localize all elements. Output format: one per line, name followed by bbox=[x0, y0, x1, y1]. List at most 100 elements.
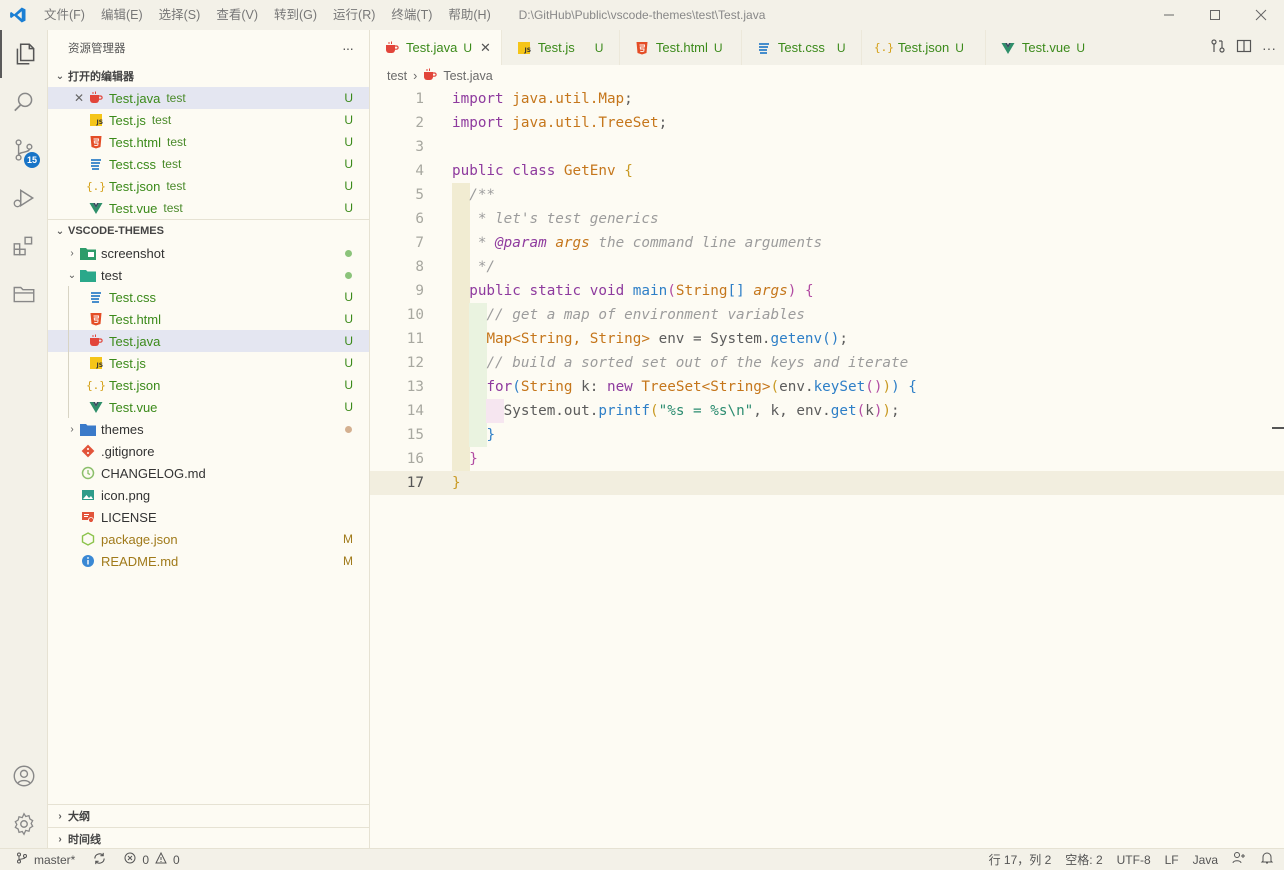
open-editor-item[interactable]: Test.css test U bbox=[48, 153, 369, 175]
open-editor-item[interactable]: ✕ Test.java test U bbox=[48, 87, 369, 109]
more-actions-icon[interactable]: ··· bbox=[1262, 40, 1276, 56]
error-icon[interactable] bbox=[124, 852, 136, 867]
code-line[interactable]: 11 Map<String, String> env = System.gete… bbox=[370, 327, 1284, 351]
code-line[interactable]: 3 bbox=[370, 135, 1284, 159]
folder-themes[interactable]: › themes bbox=[48, 418, 369, 440]
line-number: 4 bbox=[415, 163, 424, 179]
project-header[interactable]: ⌄ VSCODE-THEMES bbox=[48, 220, 369, 242]
code-line[interactable]: 2 import java.util.TreeSet; bbox=[370, 111, 1284, 135]
file-item[interactable]: CHANGELOG.md bbox=[48, 462, 369, 484]
language-mode[interactable]: Java bbox=[1193, 853, 1218, 867]
file-item[interactable]: LICENSE bbox=[48, 506, 369, 528]
indentation[interactable]: 空格: 2 bbox=[1065, 851, 1102, 868]
run-debug-icon[interactable] bbox=[0, 174, 48, 222]
code-line[interactable]: 15 } bbox=[370, 423, 1284, 447]
tab-label: Test.css bbox=[777, 40, 825, 55]
code-line[interactable]: 1 import java.util.Map; bbox=[370, 87, 1284, 111]
line-number: 17 bbox=[406, 475, 424, 491]
file-item[interactable]: README.md M bbox=[48, 550, 369, 572]
tab-test-js[interactable]: JS Test.js U bbox=[502, 30, 620, 65]
tab-test-html[interactable]: Test.html U bbox=[620, 30, 742, 65]
minimize-button[interactable] bbox=[1146, 0, 1192, 30]
close-window-button[interactable] bbox=[1238, 0, 1284, 30]
menu-file[interactable]: 文件(F) bbox=[36, 0, 93, 30]
menu-selection[interactable]: 选择(S) bbox=[151, 0, 209, 30]
file-item[interactable]: .gitignore bbox=[48, 440, 369, 462]
source-control-icon[interactable]: 15 bbox=[0, 126, 48, 174]
menu-edit[interactable]: 编辑(E) bbox=[93, 0, 151, 30]
code-line[interactable]: 16 } bbox=[370, 447, 1284, 471]
code-line[interactable]: 5 /** bbox=[370, 183, 1284, 207]
error-count[interactable]: 0 bbox=[142, 853, 149, 867]
split-editor-icon[interactable] bbox=[1236, 38, 1252, 57]
file-item[interactable]: Test.vue U bbox=[48, 396, 369, 418]
warning-count[interactable]: 0 bbox=[173, 853, 180, 867]
file-item[interactable]: {.} Test.json U bbox=[48, 374, 369, 396]
code-line[interactable]: 4 public class GetEnv { bbox=[370, 159, 1284, 183]
open-editor-item[interactable]: Test.vue test U bbox=[48, 197, 369, 219]
file-item[interactable]: Test.java U bbox=[48, 330, 369, 352]
code-line[interactable]: 8 */ bbox=[370, 255, 1284, 279]
tab-status: U bbox=[955, 40, 964, 55]
tab-test-java[interactable]: Test.java U ✕ bbox=[370, 30, 502, 65]
code-line[interactable]: 7 * @param args the command line argumen… bbox=[370, 231, 1284, 255]
explorer-icon[interactable] bbox=[0, 30, 48, 78]
tab-test-vue[interactable]: Test.vue U bbox=[986, 30, 1100, 65]
extensions-icon[interactable] bbox=[0, 222, 48, 270]
activity-bar: 15 bbox=[0, 30, 48, 848]
maximize-button[interactable] bbox=[1192, 0, 1238, 30]
menu-run[interactable]: 运行(R) bbox=[325, 0, 383, 30]
sync-icon[interactable] bbox=[93, 852, 106, 868]
file-item[interactable]: icon.png bbox=[48, 484, 369, 506]
file-name: Test.html bbox=[109, 311, 162, 327]
menu-help[interactable]: 帮助(H) bbox=[440, 0, 498, 30]
file-item[interactable]: JS Test.js U bbox=[48, 352, 369, 374]
open-editor-item[interactable]: {.} Test.json test U bbox=[48, 175, 369, 197]
code-editor[interactable]: 1 import java.util.Map; 2 import java.util.… bbox=[370, 87, 1284, 848]
settings-gear-icon[interactable] bbox=[0, 800, 48, 848]
code-line[interactable]: 14 System.out.printf("%s = %s\n", k, env… bbox=[370, 399, 1284, 423]
root-files-list: .gitignore CHANGELOG.md icon.png LICENSE pac… bbox=[48, 440, 369, 572]
file-item[interactable]: Test.html U bbox=[48, 308, 369, 330]
chevron-right-icon: › bbox=[413, 69, 418, 83]
branch-name[interactable]: master* bbox=[34, 853, 75, 867]
search-icon[interactable] bbox=[0, 78, 48, 126]
timeline-header[interactable]: › 时间线 bbox=[48, 828, 369, 850]
accounts-icon[interactable] bbox=[0, 752, 48, 800]
end-of-line[interactable]: LF bbox=[1165, 853, 1179, 867]
feedback-icon[interactable] bbox=[1232, 851, 1246, 868]
encoding[interactable]: UTF-8 bbox=[1117, 853, 1151, 867]
chevron-right-icon: › bbox=[58, 833, 62, 845]
file-item[interactable]: Test.css U bbox=[48, 286, 369, 308]
close-icon[interactable]: ✕ bbox=[480, 40, 491, 56]
code-line[interactable]: 10 // get a map of environment variables bbox=[370, 303, 1284, 327]
open-changes-icon[interactable] bbox=[1210, 38, 1226, 57]
breadcrumb-folder[interactable]: test bbox=[387, 69, 407, 83]
open-editor-item[interactable]: Test.html test U bbox=[48, 131, 369, 153]
code-line[interactable]: 17} bbox=[370, 471, 1284, 495]
menu-go[interactable]: 转到(G) bbox=[266, 0, 325, 30]
tab-test-css[interactable]: Test.css U bbox=[742, 30, 862, 65]
outline-header[interactable]: › 大纲 bbox=[48, 805, 369, 827]
cursor-position[interactable]: 行 17，列 2 bbox=[989, 851, 1052, 868]
file-item[interactable]: package.json M bbox=[48, 528, 369, 550]
code-line[interactable]: 13 for(String k: new TreeSet<String>(env… bbox=[370, 375, 1284, 399]
folder-screenshot[interactable]: › screenshot bbox=[48, 242, 369, 264]
remote-explorer-icon[interactable] bbox=[0, 270, 48, 318]
tab-test-json[interactable]: {.} Test.json U bbox=[862, 30, 986, 65]
code-line[interactable]: 12 // build a sorted set out of the keys… bbox=[370, 351, 1284, 375]
more-actions-icon[interactable]: ··· bbox=[342, 40, 354, 56]
open-editor-item[interactable]: JS Test.js test U bbox=[48, 109, 369, 131]
file-name: Test.java bbox=[109, 90, 161, 106]
notifications-bell-icon[interactable] bbox=[1260, 851, 1274, 868]
breadcrumb-file[interactable]: Test.java bbox=[443, 69, 492, 83]
open-editors-header[interactable]: ⌄ 打开的编辑器 bbox=[48, 65, 369, 87]
warning-icon[interactable] bbox=[155, 851, 167, 867]
close-icon[interactable]: ✕ bbox=[74, 91, 84, 105]
code-line[interactable]: 6 * let's test generics bbox=[370, 207, 1284, 231]
menu-terminal[interactable]: 终端(T) bbox=[383, 0, 440, 30]
folder-test[interactable]: ⌄ test bbox=[48, 264, 369, 286]
menu-view[interactable]: 查看(V) bbox=[208, 0, 266, 30]
code-line[interactable]: 9 public static void main(String[] args)… bbox=[370, 279, 1284, 303]
file-name: Test.js bbox=[109, 112, 146, 128]
